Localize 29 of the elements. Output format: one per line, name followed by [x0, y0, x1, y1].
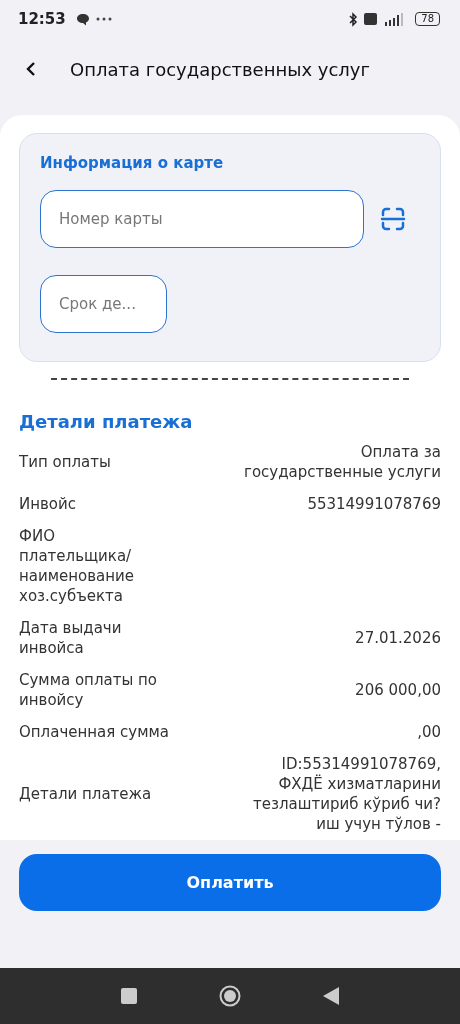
pay-button[interactable]: Оплатить	[19, 854, 441, 911]
detail-value: ,00	[417, 722, 441, 742]
page-title: Оплата государственных услуг	[70, 58, 370, 80]
detail-label: ФИО плательщика/ наименование хоз.субъекта	[19, 526, 136, 606]
detail-value: ID:55314991078769, ФХДЁ хизматларини тезлаштириб кўриб чи?иш учун тўлов -	[251, 754, 441, 834]
signal-icon	[383, 12, 406, 26]
detail-label: Оплаченная сумма	[19, 722, 171, 742]
expiry-field[interactable]: Срок де...	[40, 275, 167, 333]
back-nav-icon[interactable]	[323, 987, 339, 1005]
home-icon[interactable]	[219, 985, 241, 1007]
detail-value: 206 000,00	[355, 680, 441, 700]
detail-value: 55314991078769	[307, 494, 441, 514]
more-icon	[95, 17, 112, 21]
back-icon	[26, 61, 36, 77]
status-time: 12:53	[18, 10, 66, 28]
scan-icon[interactable]	[380, 206, 406, 232]
bluetooth-icon	[349, 11, 359, 27]
detail-value: Оплата за государственные услуги	[243, 442, 441, 482]
detail-label: Тип оплаты	[19, 452, 112, 472]
detail-value: 27.01.2026	[355, 628, 441, 648]
detail-label: Детали платежа	[19, 784, 153, 804]
card-number-field[interactable]: Номер карты	[40, 190, 364, 248]
chat-icon	[75, 12, 90, 26]
battery-indicator: 78	[415, 12, 440, 26]
section-title: Детали платежа	[19, 411, 194, 432]
detail-label: Сумма оплаты по инвойсу	[19, 670, 159, 710]
detail-label: Дата выдачи инвойса	[19, 618, 123, 658]
section-title: Информация о карте	[40, 154, 225, 172]
detail-label: Инвойс	[19, 494, 78, 514]
